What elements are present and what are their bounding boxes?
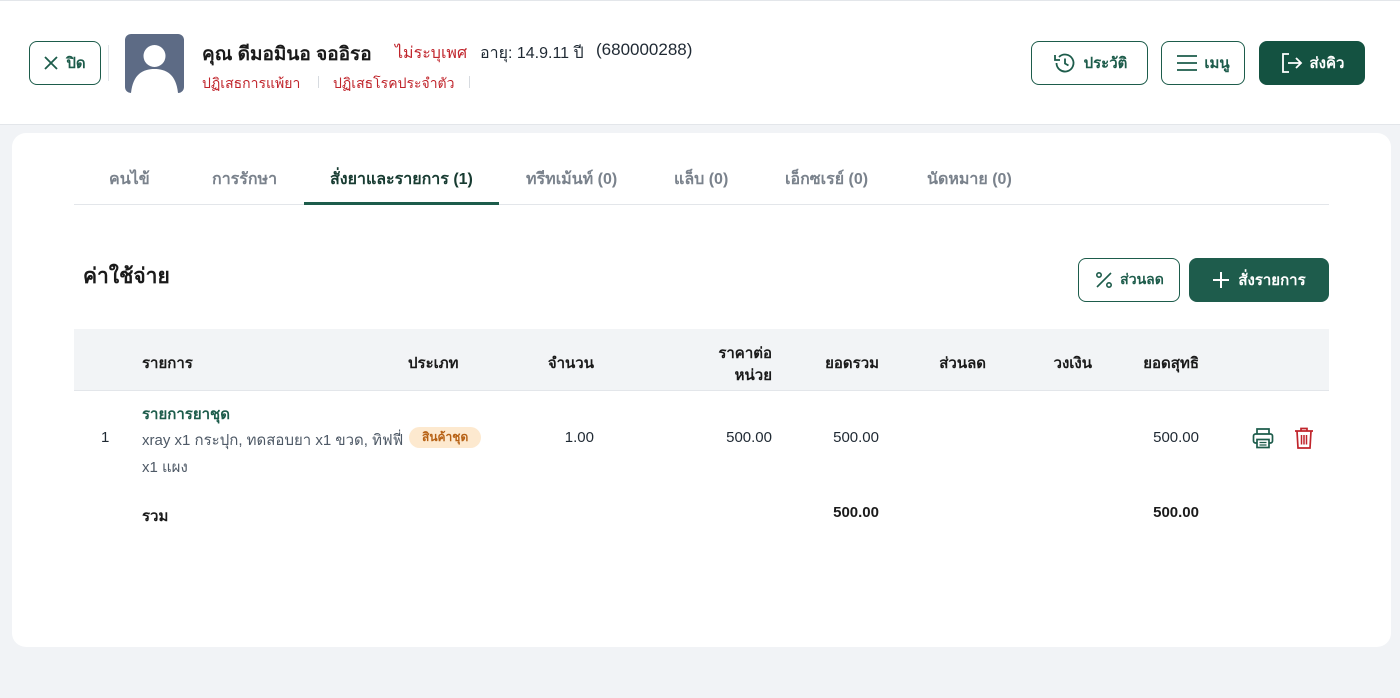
divider	[318, 76, 319, 88]
patient-hn: (680000288)	[596, 40, 693, 59]
tab-treatments[interactable]: ทรีทเม้นท์ (0)	[526, 167, 617, 192]
plus-icon	[1213, 272, 1230, 288]
print-icon	[1252, 428, 1274, 449]
close-button[interactable]: ปิด	[29, 41, 101, 85]
tab-appointment[interactable]: นัดหมาย (0)	[927, 167, 1012, 192]
column-item: รายการ	[142, 355, 193, 372]
add-order-button[interactable]: สั่งรายการ	[1189, 258, 1329, 302]
tab-bar: คนไข้ การรักษา สั่งยาและรายการ (1) ทรีทเ…	[74, 157, 1329, 205]
patient-gender: ไม่ระบุเพศ	[395, 45, 468, 62]
order-card: คนไข้ การรักษา สั่งยาและรายการ (1) ทรีทเ…	[12, 133, 1391, 647]
row-number: 1	[101, 429, 110, 446]
patient-header: ปิด คุณ ดีมอมินอ จออิรอ ไม่ระบุเพศ อายุ:…	[0, 0, 1400, 125]
column-qty: จำนวน	[547, 355, 594, 372]
menu-label: เมนู	[1204, 55, 1230, 72]
item-unit-price: 500.00	[726, 429, 772, 446]
trash-icon	[1295, 427, 1313, 449]
column-net: ยอดสุทธิ	[1143, 355, 1199, 372]
item-total: 500.00	[833, 429, 879, 446]
patient-name: คุณ ดีมอมินอ จออิรอ	[202, 44, 372, 65]
history-icon	[1053, 53, 1074, 73]
discount-label: ส่วนลด	[1120, 271, 1164, 287]
item-description: xray x1 กระปุก, ทดสอบยา x1 ขวด, ทิฟฟี่ x…	[142, 432, 404, 476]
add-order-label: สั่งรายการ	[1238, 272, 1306, 289]
summary-label: รวม	[142, 508, 169, 525]
active-tab-indicator	[304, 202, 499, 205]
column-type: ประเภท	[408, 355, 459, 372]
tab-treatment[interactable]: การรักษา	[212, 167, 277, 192]
avatar-icon	[131, 45, 178, 93]
column-unit-price-line1: ราคาต่อ	[718, 345, 772, 362]
menu-icon	[1177, 55, 1198, 71]
divider	[469, 76, 470, 88]
summary-net: 500.00	[1153, 504, 1199, 521]
send-queue-label: ส่งคิว	[1309, 55, 1345, 72]
column-total: ยอดรวม	[825, 355, 879, 372]
delete-button[interactable]	[1291, 425, 1317, 451]
percent-icon	[1096, 271, 1113, 289]
send-icon	[1281, 53, 1302, 73]
avatar	[125, 34, 184, 93]
tab-lab[interactable]: แล็บ (0)	[674, 167, 728, 192]
close-icon	[44, 56, 58, 70]
column-discount: ส่วนลด	[939, 355, 986, 372]
section-title: ค่าใช้จ่าย	[83, 265, 170, 288]
disease-status: ปฏิเสธโรคประจำตัว	[333, 75, 455, 91]
menu-button[interactable]: เมนู	[1161, 41, 1245, 85]
divider	[108, 45, 109, 81]
tab-patient[interactable]: คนไข้	[109, 167, 150, 192]
tab-xray[interactable]: เอ็กซเรย์ (0)	[785, 167, 868, 192]
history-label: ประวัติ	[1083, 55, 1128, 72]
item-net: 500.00	[1153, 429, 1199, 446]
item-type-badge: สินค้าชุด	[409, 427, 482, 448]
send-queue-button[interactable]: ส่งคิว	[1259, 41, 1365, 85]
table-header: รายการ ประเภท จำนวน ราคาต่อ หน่วย ยอดรวม…	[74, 329, 1329, 391]
column-credit: วงเงิน	[1053, 355, 1092, 372]
item-name: รายการยาชุด	[142, 406, 230, 423]
history-button[interactable]: ประวัติ	[1031, 41, 1148, 85]
tab-orders[interactable]: สั่งยาและรายการ (1)	[330, 167, 473, 192]
patient-age: อายุ: 14.9.11 ปี	[480, 45, 584, 62]
summary-total: 500.00	[833, 504, 879, 521]
close-label: ปิด	[66, 55, 86, 72]
column-unit-price-line2: หน่วย	[734, 367, 772, 384]
discount-button[interactable]: ส่วนลด	[1078, 258, 1180, 302]
print-button[interactable]	[1250, 425, 1276, 451]
allergy-status: ปฏิเสธการแพ้ยา	[202, 75, 301, 91]
item-qty: 1.00	[564, 429, 594, 446]
